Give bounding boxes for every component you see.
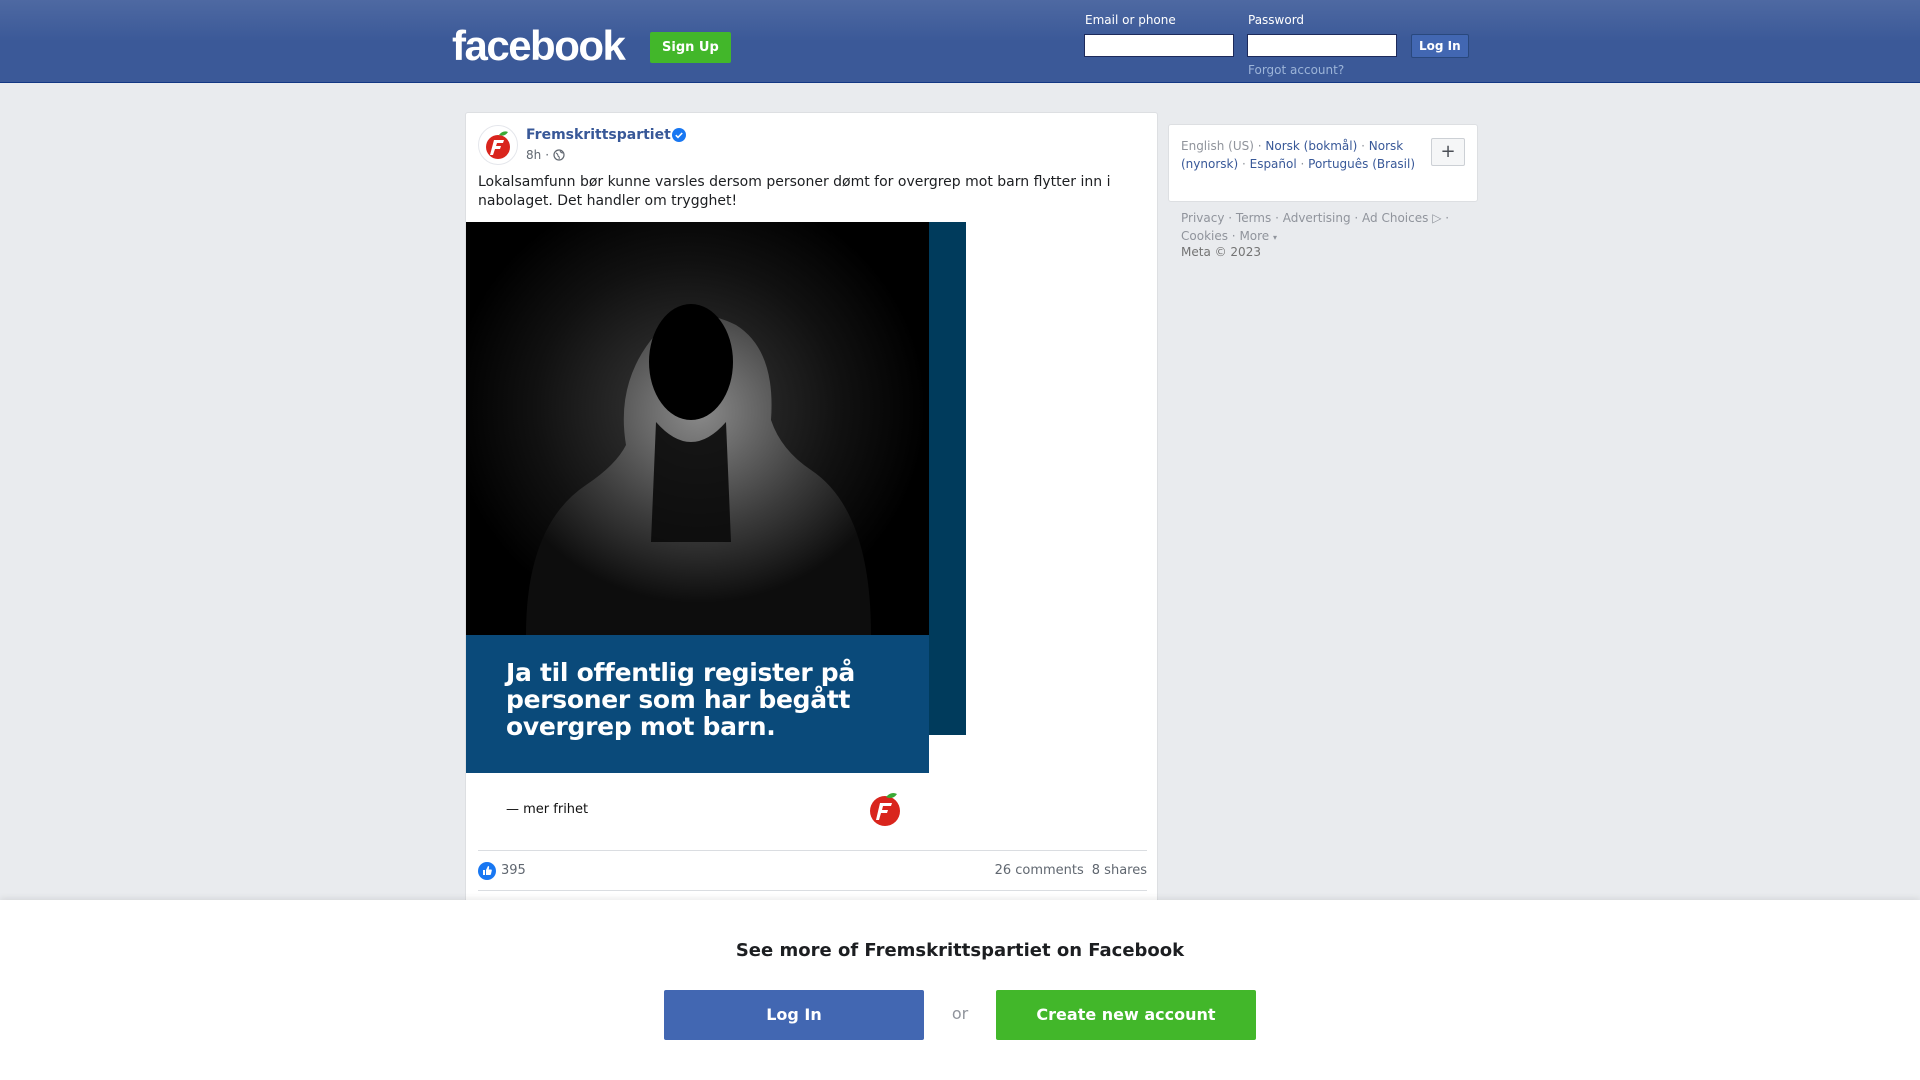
footer-privacy-link[interactable]: Privacy	[1181, 211, 1224, 225]
verified-badge-icon	[672, 128, 686, 142]
footer-ad-choices-link[interactable]: Ad Choices	[1362, 211, 1428, 225]
image-slogan: — mer frihet	[506, 802, 589, 817]
overlay-log-in-button[interactable]: Log In	[664, 990, 924, 1040]
hooded-figure-photo	[466, 222, 929, 635]
facebook-logo[interactable]: facebook	[452, 22, 626, 70]
language-espanol[interactable]: Español	[1250, 157, 1297, 171]
language-list: English (US) · Norsk (bokmål) · Norsk (n…	[1181, 139, 1416, 171]
reaction-count: 395	[501, 863, 526, 878]
party-logo-icon	[870, 793, 900, 826]
image-banner-text: Ja til offentlig register på personer so…	[506, 658, 855, 741]
party-logo-icon	[486, 131, 510, 159]
email-label: Email or phone	[1085, 13, 1176, 27]
meta-separator: ·	[545, 148, 550, 162]
hooded-figure-illustration	[526, 304, 871, 635]
caret-down-icon: ▾	[1273, 233, 1278, 242]
footer-cookies-link[interactable]: Cookies	[1181, 229, 1228, 243]
ad-choices-icon: ▷	[1432, 211, 1442, 225]
reactions[interactable]: 395	[478, 861, 526, 880]
footer-links: Privacy · Terms · Advertising · Ad Choic…	[1181, 211, 1450, 243]
language-portugues[interactable]: Português (Brasil)	[1308, 157, 1415, 171]
footer-advertising-link[interactable]: Advertising	[1283, 211, 1351, 225]
password-input[interactable]	[1247, 34, 1397, 57]
footer-more-link[interactable]: More	[1239, 229, 1269, 243]
language-norsk-bokmal[interactable]: Norsk (bokmål)	[1265, 139, 1357, 153]
post-card: Fremskrittspartiet 8h · Lokalsamfunn bør…	[465, 112, 1158, 912]
post-author-name[interactable]: Fremskrittspartiet	[526, 127, 671, 143]
post-text: Lokalsamfunn bør kunne varsles dersom pe…	[478, 174, 1111, 209]
sign-up-button[interactable]: Sign Up	[650, 32, 731, 63]
post-meta: 8h ·	[526, 148, 565, 162]
top-navigation-bar: facebook Sign Up Email or phone Password…	[0, 0, 1920, 83]
create-new-account-button[interactable]: Create new account	[996, 990, 1256, 1040]
footer-terms-link[interactable]: Terms	[1236, 211, 1271, 225]
copyright: Meta © 2023	[1181, 245, 1261, 259]
email-input[interactable]	[1084, 34, 1234, 57]
share-count[interactable]: 8 shares	[1092, 863, 1147, 878]
post-stats: 395 26 comments 8 shares	[478, 850, 1147, 891]
post-timestamp[interactable]: 8h	[526, 148, 541, 162]
overlay-title: See more of Fremskrittspartiet on Facebo…	[735, 940, 1185, 961]
like-icon	[478, 861, 496, 880]
globe-icon	[553, 149, 565, 161]
current-language: English (US)	[1181, 139, 1254, 153]
login-prompt-overlay: See more of Fremskrittspartiet on Facebo…	[0, 900, 1920, 1080]
more-languages-button[interactable]: +	[1431, 138, 1465, 166]
page-avatar[interactable]	[478, 125, 518, 165]
overlay-or-label: or	[951, 1004, 969, 1023]
post-image[interactable]: Ja til offentlig register på personer so…	[466, 222, 966, 842]
comment-count[interactable]: 26 comments	[995, 863, 1084, 878]
password-label: Password	[1248, 13, 1305, 27]
image-side-strip	[929, 222, 966, 735]
log-in-button[interactable]: Log In	[1411, 34, 1469, 58]
forgot-account-link[interactable]: Forgot account?	[1248, 63, 1344, 77]
image-banner: Ja til offentlig register på personer so…	[466, 635, 929, 773]
language-selector-box: English (US) · Norsk (bokmål) · Norsk (n…	[1168, 124, 1478, 202]
